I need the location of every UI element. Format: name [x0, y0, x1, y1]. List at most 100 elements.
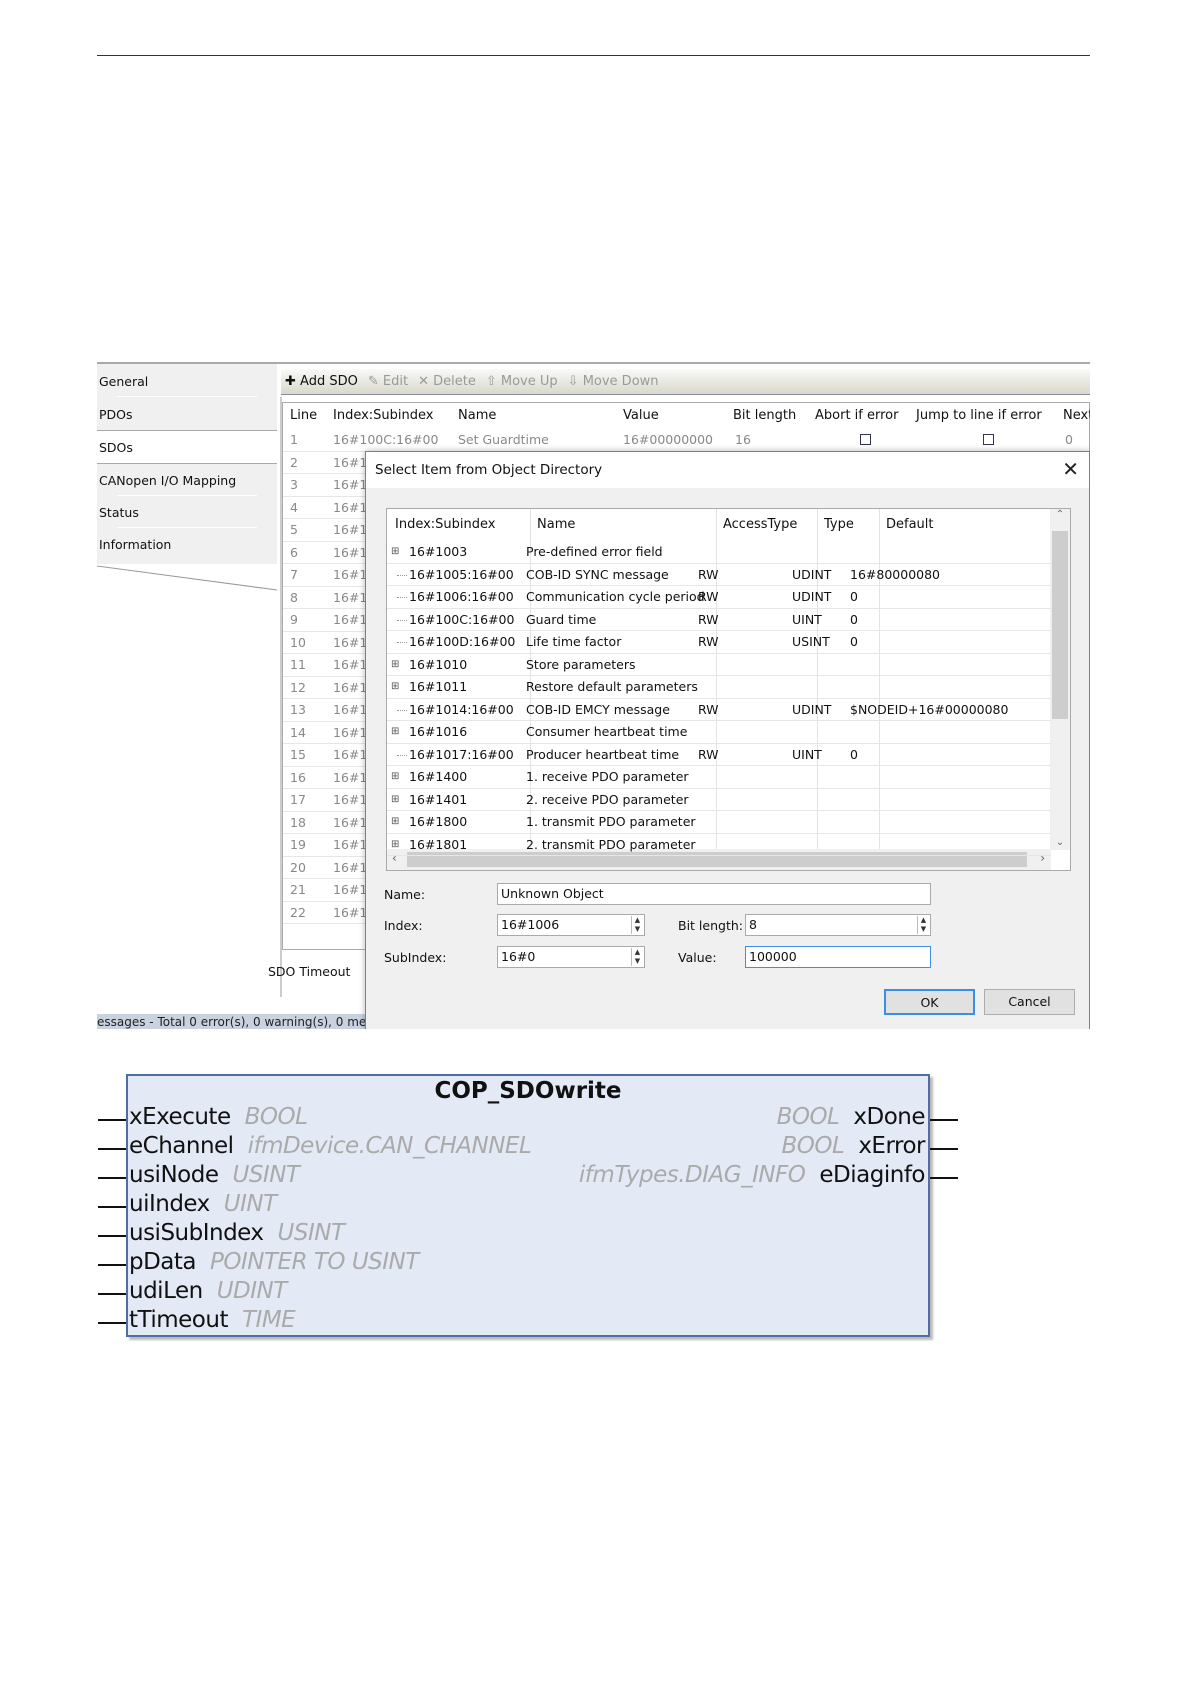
expand-icon[interactable]: ⊞ — [391, 789, 399, 811]
bit-length-stepper[interactable]: 8 ▲ ▼ — [745, 914, 931, 936]
row-name: Communication cycle period — [526, 589, 705, 604]
row-line: 17 — [290, 792, 306, 807]
pin-type: ifmDevice.CAN_CHANNEL — [247, 1133, 532, 1159]
col-type[interactable]: Type — [824, 509, 854, 541]
pin-name: pData — [129, 1249, 197, 1275]
scroll-down-icon[interactable]: ⌄ — [1050, 837, 1070, 848]
row-name: Consumer heartbeat time — [526, 724, 688, 739]
col-jump-to-line[interactable]: Jump to line if error — [916, 403, 1042, 429]
output-wire — [930, 1148, 958, 1150]
list-item[interactable]: ⊞ 16#1003 Pre-defined error field — [387, 541, 1051, 564]
list-item[interactable]: 16#1017:16#00 Producer heartbeat time RW UI… — [387, 744, 1051, 766]
col-value[interactable]: Value — [623, 403, 659, 429]
col-abort-if-error[interactable]: Abort if error — [815, 403, 898, 429]
scroll-thumb[interactable] — [1052, 531, 1068, 719]
input-wire — [98, 1293, 126, 1295]
col-index[interactable]: Index:Subindex — [333, 403, 433, 429]
list-item[interactable]: ⊞ 16#1400 1. receive PDO parameter — [387, 766, 1051, 789]
col-name[interactable]: Name — [458, 403, 496, 429]
pin-type: BOOL — [776, 1104, 840, 1130]
list-item[interactable]: ⊞ 16#1010 Store parameters — [387, 654, 1051, 676]
sdo-timeout-label: SDO Timeout — [268, 964, 351, 979]
list-item[interactable]: ⊞ 16#1016 Consumer heartbeat time — [387, 721, 1051, 744]
ok-button[interactable]: OK — [884, 989, 975, 1015]
arrow-up-icon: ⇧ — [485, 374, 497, 389]
nav-item-general[interactable]: General — [99, 374, 148, 389]
move-up-label: Move Up — [500, 374, 558, 389]
row-line: 14 — [290, 724, 306, 740]
row-name: Pre-defined error field — [526, 544, 663, 559]
list-item[interactable]: 16#100C:16#00 Guard time RW UINT 0 — [387, 609, 1051, 631]
spin-arrows-icon[interactable]: ▲ ▼ — [631, 948, 643, 966]
col-next[interactable]: Next — [1063, 403, 1090, 429]
list-item[interactable]: ⊞ 16#1800 1. transmit PDO parameter — [387, 811, 1051, 834]
col-name[interactable]: Name — [537, 509, 575, 541]
fb-input-eChannel: eChannel ifmDevice.CAN_CHANNEL — [129, 1133, 532, 1159]
list-item[interactable]: 16#1014:16#00 COB-ID EMCY message RW UDINT $… — [387, 699, 1051, 721]
nav-item-information[interactable]: Information — [99, 537, 171, 552]
row-name: 1. transmit PDO parameter — [526, 814, 696, 829]
nav-item-status[interactable]: Status — [99, 505, 139, 520]
expand-icon[interactable]: ⊞ — [391, 834, 399, 856]
list-item[interactable]: 16#100D:16#00 Life time factor RW USINT 0 — [387, 631, 1051, 654]
subindex-stepper[interactable]: 16#0 ▲ ▼ — [497, 946, 645, 968]
col-default[interactable]: Default — [886, 509, 934, 541]
list-item[interactable]: ⊞ 16#1401 2. receive PDO parameter — [387, 789, 1051, 811]
expand-icon[interactable]: ⊞ — [391, 811, 399, 833]
nav-item-pdos[interactable]: PDOs — [99, 407, 133, 422]
jump-to-line-checkbox[interactable] — [983, 434, 994, 445]
edit-button[interactable]: ✎ Edit — [368, 374, 408, 389]
move-up-button[interactable]: ⇧ Move Up — [486, 374, 558, 389]
delete-button[interactable]: ✕ Delete — [418, 374, 476, 389]
row-name: Store parameters — [526, 656, 636, 672]
col-line[interactable]: Line — [290, 403, 317, 429]
expand-icon[interactable]: ⊞ — [391, 676, 399, 698]
row-index: 16#1 — [333, 814, 368, 830]
row-index: 16#1 — [333, 904, 368, 920]
nav-item-canopen-io-mapping[interactable]: CANopen I/O Mapping — [99, 473, 236, 488]
spin-arrows-icon[interactable]: ▲ ▼ — [631, 916, 643, 934]
row-index: 16#1 — [333, 522, 368, 537]
spin-arrows-icon[interactable]: ▲ ▼ — [917, 916, 929, 934]
row-type: USINT — [792, 634, 830, 649]
list-item[interactable]: 16#1006:16#00 Communication cycle period R… — [387, 586, 1051, 609]
bit-length-value: 8 — [749, 917, 757, 932]
abort-if-error-checkbox[interactable] — [860, 434, 871, 445]
row-line: 9 — [290, 612, 298, 627]
list-item[interactable]: 16#1005:16#00 COB-ID SYNC message RW UDINT 1… — [387, 564, 1051, 586]
col-access-type[interactable]: AccessType — [723, 509, 797, 541]
fb-input-tTimeout: tTimeout TIME — [129, 1307, 296, 1333]
expand-icon[interactable]: ⊞ — [391, 654, 399, 676]
scroll-up-icon[interactable]: ⌃ — [1050, 509, 1070, 520]
row-index: 16#100C:16#00 — [333, 432, 439, 447]
index-stepper[interactable]: 16#1006 ▲ ▼ — [497, 914, 645, 936]
expand-icon[interactable]: ⊞ — [391, 721, 399, 743]
value-input[interactable]: 100000 — [745, 946, 931, 968]
close-icon[interactable]: ✕ — [1062, 452, 1079, 486]
pin-type: USINT — [232, 1162, 300, 1188]
list-item[interactable]: ⊞ 16#1801 2. transmit PDO parameter — [387, 834, 1051, 856]
col-bit-length[interactable]: Bit length — [733, 403, 796, 429]
row-type: UINT — [792, 611, 822, 627]
col-index-subindex[interactable]: Index:Subindex — [395, 509, 495, 541]
sdo-toolbar: ✚ Add SDO ✎ Edit ✕ Delete ⇧ Move Up ⇩ Mo… — [281, 369, 1090, 395]
move-down-button[interactable]: ⇩ Move Down — [568, 374, 659, 389]
index-value: 16#1006 — [501, 917, 560, 932]
list-item[interactable]: ⊞ 16#1011 Restore default parameters — [387, 676, 1051, 699]
row-name: Producer heartbeat time — [526, 746, 680, 762]
device-editor-screenshot: General PDOs SDOs CANopen I/O Mapping St… — [97, 362, 1090, 1029]
table-row[interactable]: 1 16#100C:16#00 Set Guardtime 16#0000000… — [283, 429, 1089, 452]
pin-name: xExecute — [129, 1104, 231, 1130]
vertical-scrollbar[interactable]: ⌃ ⌄ — [1050, 509, 1070, 850]
name-field[interactable]: Unknown Object — [497, 883, 931, 905]
expand-icon[interactable]: ⊞ — [391, 766, 399, 788]
add-sdo-button[interactable]: ✚ Add SDO — [285, 374, 358, 389]
expand-icon[interactable]: ⊞ — [391, 541, 399, 563]
dialog-title: Select Item from Object Directory — [366, 452, 1089, 488]
row-line: 7 — [290, 567, 298, 582]
row-access: RW — [698, 634, 719, 649]
fb-input-usiSubIndex: usiSubIndex USINT — [129, 1220, 345, 1246]
cancel-button[interactable]: Cancel — [984, 989, 1075, 1015]
row-name: 1. receive PDO parameter — [526, 769, 689, 784]
nav-item-sdos[interactable]: SDOs — [99, 440, 133, 455]
